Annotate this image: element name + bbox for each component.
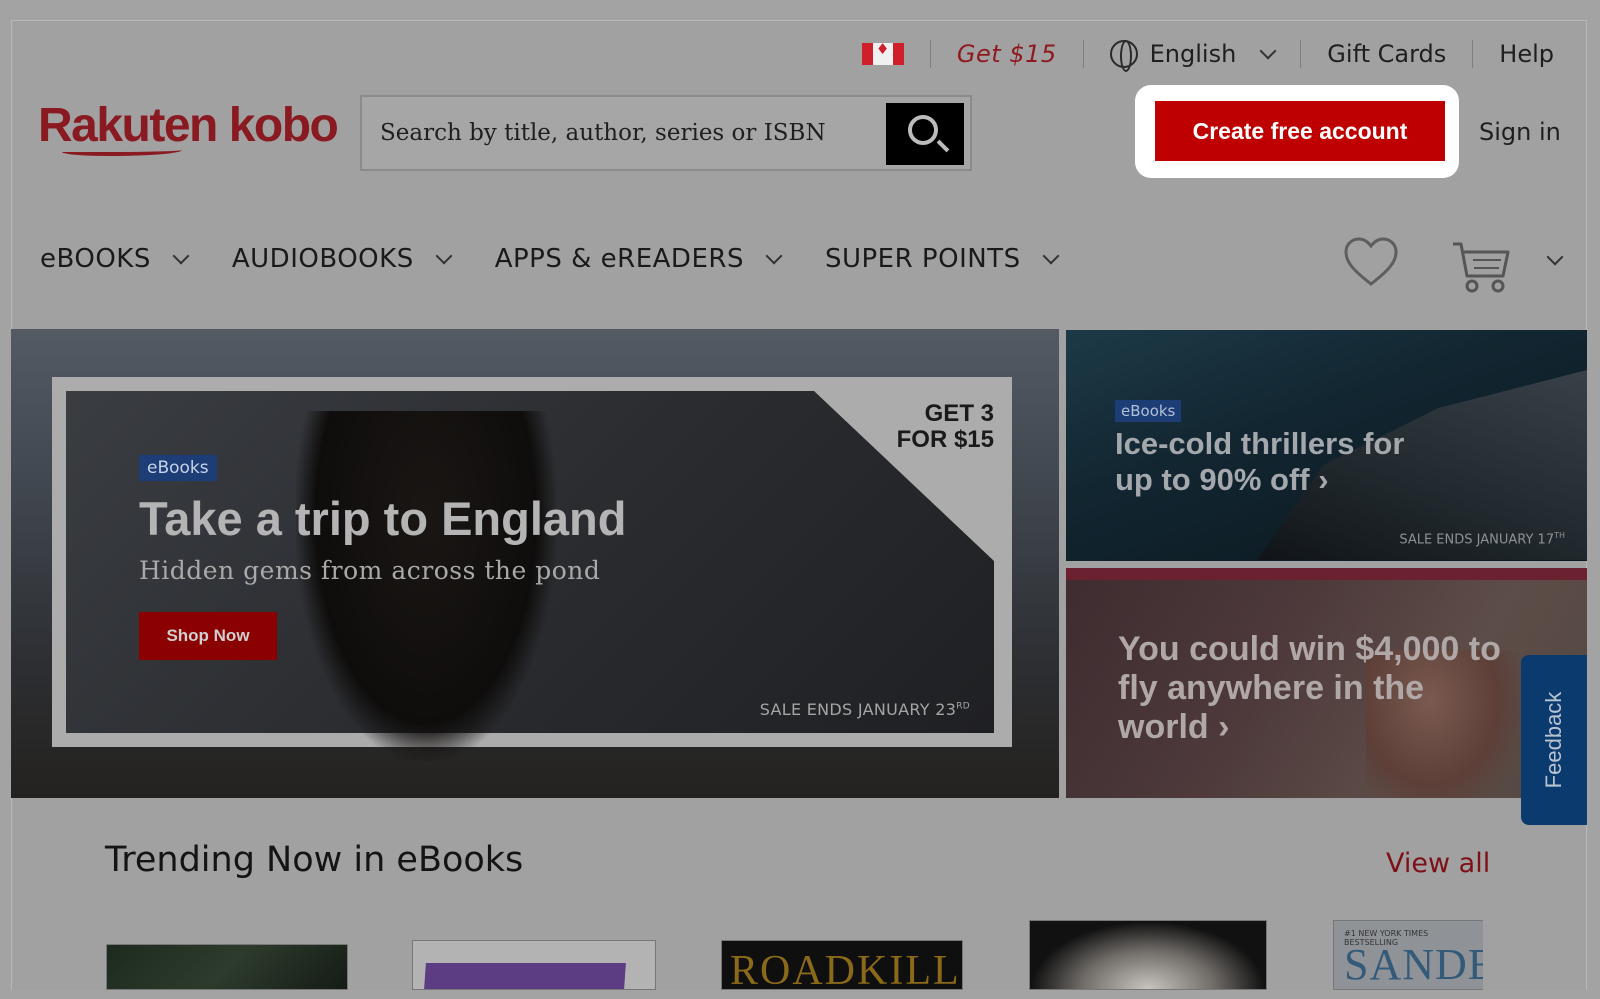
sale-end-text: SALE ENDS JANUARY 17TH: [1399, 530, 1565, 547]
nav-item-label: AUDIOBOOKS: [231, 244, 414, 274]
book-cover[interactable]: [1029, 920, 1267, 990]
hero-subtitle: Hidden gems from across the pond: [139, 556, 601, 585]
divider: [1472, 40, 1474, 68]
offer-line: FOR $15: [896, 426, 994, 454]
sale-end-text: SALE ENDS JANUARY 23RD: [759, 700, 970, 719]
banner-title: Ice-cold thrillers for up to 90% off ›: [1115, 426, 1405, 497]
hero-image: [296, 411, 556, 761]
divider: [929, 40, 931, 68]
nav-item-super-points[interactable]: SUPER POINTS: [824, 244, 1060, 274]
hero-panel: GET 3 FOR $15 eBooks Take a trip to Engl…: [52, 377, 1012, 761]
chevron-down-icon: [172, 247, 190, 264]
globe-icon: [1109, 40, 1138, 72]
chevron-down-icon: [765, 247, 783, 264]
offer-line: GET 3: [924, 400, 994, 427]
book-cover[interactable]: [106, 944, 348, 990]
utility-bar: Get $15 English Gift Cards Help: [861, 34, 1554, 74]
language-selector[interactable]: English: [1109, 40, 1277, 72]
rakuten-kobo-logo[interactable]: Rakuten kobo: [38, 102, 339, 150]
cart-icon[interactable]: [1451, 240, 1511, 296]
promo-link[interactable]: Get $15: [957, 40, 1057, 68]
nav-item-label: eBOOKS: [40, 244, 151, 274]
shop-now-button[interactable]: Shop Now: [139, 612, 277, 660]
nav-item-ebooks[interactable]: eBOOKS: [40, 244, 190, 274]
main-nav: eBOOKS AUDIOBOOKS APPS & eREADERS SUPER …: [40, 244, 1102, 274]
chevron-down-icon: [1259, 42, 1277, 59]
nav-item-audiobooks[interactable]: AUDIOBOOKS: [231, 244, 453, 274]
cover-title: ROADKILL: [730, 948, 961, 990]
sign-in-link[interactable]: Sign in: [1479, 118, 1561, 146]
canada-flag-icon[interactable]: [861, 40, 904, 65]
section-title: Trending Now in eBooks: [105, 840, 524, 880]
search-icon: [908, 115, 938, 145]
category-tag: eBooks: [1115, 400, 1182, 422]
feedback-label: Feedback: [1541, 691, 1566, 789]
hero-banner-england[interactable]: GET 3 FOR $15 eBooks Take a trip to Engl…: [11, 329, 1059, 798]
search-bar: [360, 95, 972, 171]
offer-badge: GET 3 FOR $15: [834, 400, 994, 454]
language-label: English: [1149, 40, 1237, 68]
view-all-link[interactable]: View all: [1386, 848, 1490, 879]
banner-title: You could win $4,000 to fly anywhere in …: [1118, 630, 1501, 747]
chevron-down-icon: [435, 247, 453, 264]
book-cover[interactable]: ROADKILL: [721, 940, 963, 990]
nav-item-apps-ereaders[interactable]: APPS & eREADERS: [494, 244, 783, 274]
hero-banner-thrillers[interactable]: eBooks Ice-cold thrillers for up to 90% …: [1066, 330, 1587, 561]
book-cover[interactable]: [412, 940, 656, 990]
search-button[interactable]: [886, 103, 964, 165]
create-account-button[interactable]: Create free account: [1155, 101, 1445, 161]
hero-banner-contest[interactable]: You could win $4,000 to fly anywhere in …: [1066, 568, 1587, 798]
help-link[interactable]: Help: [1499, 40, 1554, 68]
book-carousel: ROADKILL #1 NEW YORK TIMES BESTSELLING S…: [0, 920, 1600, 990]
divider: [1082, 40, 1084, 68]
cover-title: SANDE: [1344, 940, 1483, 989]
gift-cards-link[interactable]: Gift Cards: [1327, 40, 1446, 68]
book-cover[interactable]: #1 NEW YORK TIMES BESTSELLING SANDE: [1333, 920, 1483, 990]
category-tag: eBooks: [139, 455, 217, 481]
search-input[interactable]: [362, 97, 887, 169]
hero-title: Take a trip to England: [139, 492, 627, 545]
chevron-down-icon: [1042, 247, 1060, 264]
wishlist-heart-icon[interactable]: [1343, 236, 1399, 288]
nav-item-label: SUPER POINTS: [824, 244, 1021, 274]
nav-item-label: APPS & eREADERS: [494, 244, 744, 274]
divider: [1300, 40, 1302, 68]
feedback-tab[interactable]: Feedback: [1521, 655, 1587, 825]
bottom-edge: [0, 990, 1600, 999]
